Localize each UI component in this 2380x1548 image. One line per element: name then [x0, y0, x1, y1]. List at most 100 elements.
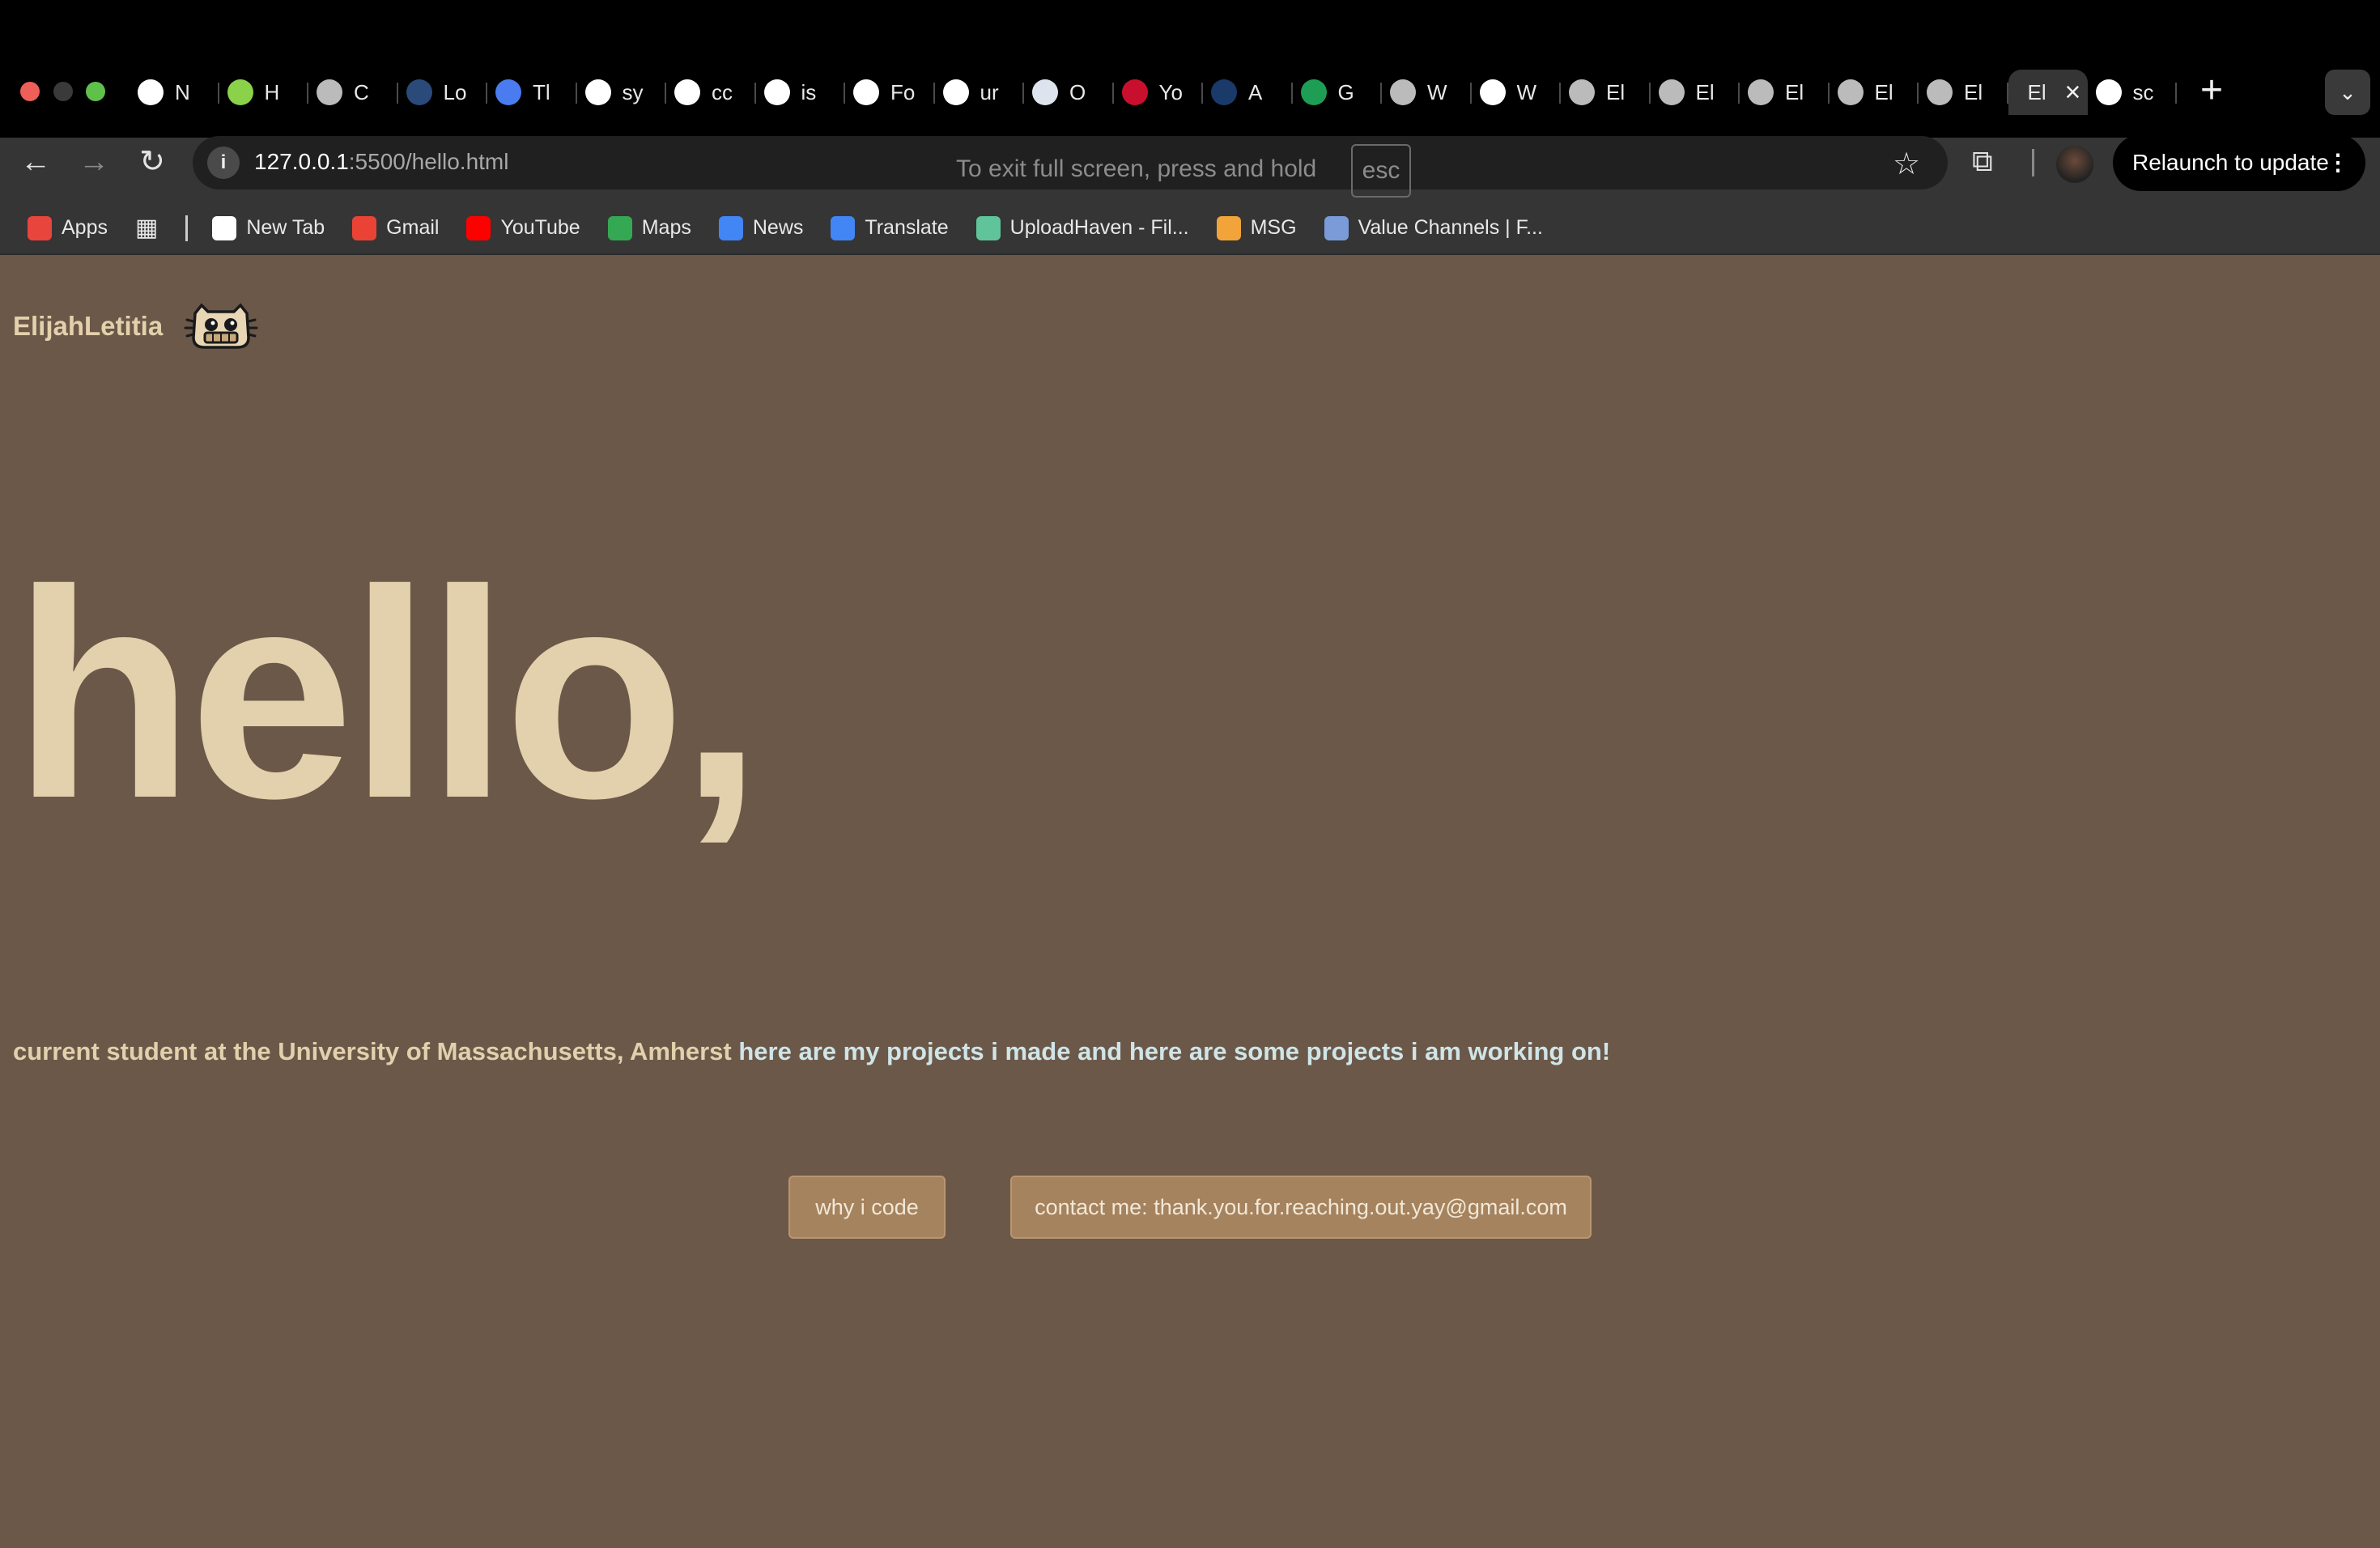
page-content: ElijahLetitia hello, current student at … — [0, 255, 2380, 1548]
profile-avatar[interactable] — [2056, 146, 2093, 183]
site-header: ElijahLetitia — [13, 302, 258, 351]
back-button[interactable]: ← — [16, 142, 55, 181]
projects-in-progress-link[interactable]: here are some projects i am working on! — [1129, 1037, 1610, 1065]
msg-icon — [1216, 215, 1241, 240]
bookmark-item[interactable]: YouTube — [466, 215, 580, 240]
projects-made-link[interactable]: here are my projects i made — [738, 1037, 1070, 1065]
browser-tab[interactable]: Tl — [487, 70, 577, 115]
fullscreen-esc-key: esc — [1351, 144, 1411, 198]
tab-title: El — [1964, 79, 1983, 104]
news-icon — [718, 215, 743, 240]
address-bar[interactable]: i 127.0.0.1:5500/hello.html To exit full… — [193, 136, 1948, 198]
browser-tab[interactable]: El — [1830, 70, 1919, 115]
browser-chrome: N H C Lo Tl sy cc is Fo ur O Yo A G W W El El El El El El × sc … — [0, 0, 2380, 255]
browser-tab[interactable]: C — [308, 70, 398, 115]
more-menu-icon[interactable]: ⋮ — [2327, 134, 2349, 191]
browser-tab[interactable]: O — [1024, 70, 1114, 115]
globe-icon — [1569, 79, 1595, 105]
tab-title: cc — [712, 79, 733, 104]
relaunch-label: Relaunch to update — [2132, 150, 2329, 175]
bookmark-item[interactable]: Translate — [831, 215, 949, 240]
bookmark-item[interactable]: Apps — [28, 215, 108, 240]
browser-tab[interactable]: A — [1203, 70, 1293, 115]
bookmark-item[interactable]: Maps — [607, 215, 691, 240]
tab-search-button[interactable]: ⌄ — [2325, 70, 2370, 115]
browser-tab[interactable]: is — [756, 70, 846, 115]
tab-title: El — [2027, 79, 2046, 104]
bookmark-item[interactable]: MSG — [1216, 215, 1297, 240]
browser-tab[interactable]: cc — [666, 70, 756, 115]
chrome-icon — [138, 79, 164, 105]
sheets-icon — [1300, 79, 1327, 105]
globe-dark-icon — [1211, 79, 1237, 105]
hackerrank-icon — [227, 79, 253, 105]
browser-tab[interactable]: W — [1472, 70, 1562, 115]
tab-title: W — [1516, 79, 1537, 104]
value-channels-icon — [1324, 215, 1349, 240]
browser-tab[interactable]: El — [1561, 70, 1651, 115]
youtube-icon — [466, 215, 491, 240]
globe-icon — [212, 215, 237, 240]
browser-tab-active[interactable]: El × — [2008, 70, 2088, 115]
browser-tab[interactable]: sy — [577, 70, 667, 115]
fsa-icon — [406, 79, 432, 105]
google-icon — [674, 79, 700, 105]
tab-title: H — [264, 79, 280, 104]
tab-groups-icon[interactable]: ▦ — [135, 214, 158, 242]
brand-name[interactable]: ElijahLetitia — [13, 311, 163, 342]
maps-icon — [607, 215, 632, 240]
url-host: 127.0.0.1 — [254, 149, 349, 174]
bookmark-item[interactable]: Gmail — [352, 215, 439, 240]
browser-tab[interactable]: N — [130, 70, 219, 115]
browser-tab[interactable]: El — [1919, 70, 2008, 115]
tab-title: sy — [622, 79, 644, 104]
new-tab-button[interactable]: + — [2200, 71, 2223, 110]
browser-tab[interactable]: Fo — [845, 70, 935, 115]
google-icon — [763, 79, 790, 105]
bookmarks-bar: Apps ▦ New Tab Gmail YouTube Maps News Translat… — [0, 202, 2380, 255]
bookmark-item[interactable]: Value Channels | F... — [1324, 215, 1543, 240]
google-icon — [584, 79, 611, 105]
tab-title: Tl — [533, 79, 550, 104]
bookmark-label: News — [752, 216, 804, 239]
bookmarks-divider — [185, 215, 189, 241]
browser-tab[interactable]: G — [1293, 70, 1383, 115]
window-minimize-button[interactable] — [53, 82, 73, 101]
contact-me-button[interactable]: contact me: thank.you.for.reaching.out.y… — [1010, 1176, 1592, 1239]
tab-title: O — [1069, 79, 1086, 104]
site-info-icon[interactable]: i — [207, 147, 240, 179]
tab-title: El — [1785, 79, 1804, 104]
google-icon — [2095, 79, 2122, 105]
bookmark-item[interactable]: New Tab — [212, 215, 325, 240]
browser-tab[interactable]: sc — [2088, 70, 2178, 115]
google-icon — [942, 79, 969, 105]
globe-icon — [1390, 79, 1416, 105]
why-i-code-button[interactable]: why i code — [788, 1176, 946, 1239]
tab-title: Fo — [890, 79, 915, 104]
browser-tab[interactable]: Lo — [398, 70, 488, 115]
globe-icon — [1658, 79, 1685, 105]
bookmark-item[interactable]: UploadHaven - Fil... — [975, 215, 1189, 240]
browser-tab[interactable]: H — [219, 70, 309, 115]
browser-tab[interactable]: W — [1382, 70, 1472, 115]
tab-title: Lo — [443, 79, 467, 104]
browser-tab[interactable]: El — [1740, 70, 1830, 115]
tab-title: A — [1248, 79, 1263, 104]
bookmark-item[interactable]: News — [718, 215, 804, 240]
browser-tab[interactable]: ur — [935, 70, 1025, 115]
relaunch-button[interactable]: Relaunch to update ⋮ — [2113, 134, 2365, 191]
url-text[interactable]: 127.0.0.1:5500/hello.html — [254, 149, 508, 175]
tab-title: El — [1606, 79, 1626, 104]
browser-tab[interactable]: El — [1651, 70, 1740, 115]
flag-icon — [1121, 79, 1148, 105]
window-close-button[interactable] — [20, 82, 40, 101]
bookmark-star-icon[interactable]: ☆ — [1893, 146, 1920, 182]
bookmark-label: Maps — [641, 216, 691, 239]
reload-button[interactable]: ↻ — [133, 142, 172, 181]
close-tab-icon[interactable]: × — [2065, 79, 2081, 106]
extensions-icon[interactable]: ⧉ — [1972, 144, 1993, 179]
forward-button[interactable]: → — [74, 142, 113, 181]
window-maximize-button[interactable] — [86, 82, 105, 101]
url-path: :5500/hello.html — [348, 149, 509, 174]
browser-tab[interactable]: Yo — [1114, 70, 1204, 115]
